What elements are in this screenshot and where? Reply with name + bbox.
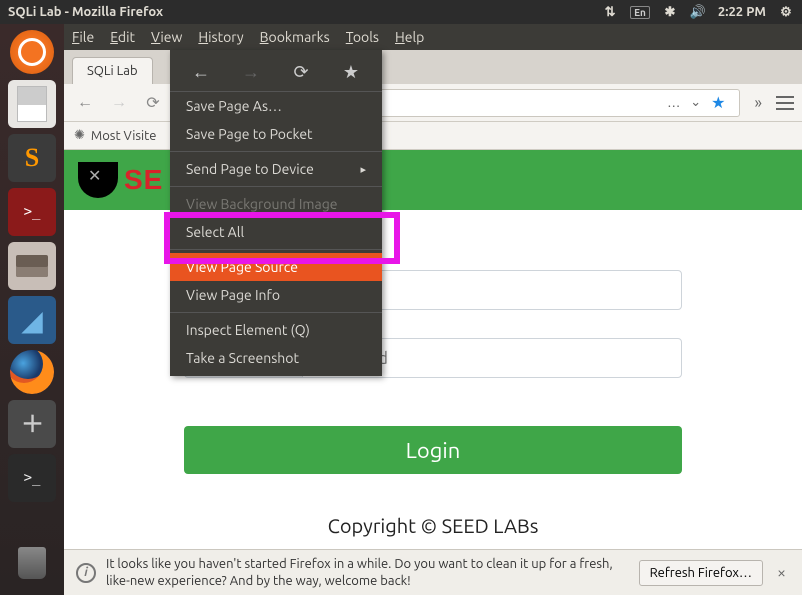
menu-tools[interactable]: Tools (346, 29, 379, 45)
files-icon[interactable] (8, 242, 56, 290)
ctx-view-page-info[interactable]: View Page Info (170, 281, 382, 309)
bookmark-most-visited[interactable]: Most Visite (91, 129, 157, 143)
ctx-reload-icon[interactable]: ⟳ (285, 62, 317, 83)
dash-button[interactable] (10, 30, 54, 74)
forward-button[interactable]: → (106, 90, 132, 116)
menu-file[interactable]: File (72, 29, 94, 45)
browser-tab[interactable]: SQLi Lab (72, 57, 153, 84)
ctx-view-bg-image: View Background Image (170, 190, 382, 218)
volume-icon[interactable]: 🔊 (690, 4, 706, 20)
menu-help[interactable]: Help (395, 29, 424, 45)
menu-bookmarks[interactable]: Bookmarks (260, 29, 330, 45)
seed-logo: SE (78, 162, 163, 198)
sublime-icon[interactable] (8, 134, 56, 182)
logo-text: SE (124, 164, 163, 196)
context-separator (170, 151, 382, 152)
reload-button[interactable]: ⟳ (140, 90, 166, 116)
context-menu: ← → ⟳ ★ Save Page As… Save Page to Pocke… (170, 50, 382, 376)
notification-text: It looks like you haven't started Firefo… (106, 556, 629, 590)
menu-edit[interactable]: Edit (110, 29, 135, 45)
terminal-red-icon[interactable] (8, 188, 56, 236)
shield-icon (78, 162, 118, 198)
ctx-take-screenshot[interactable]: Take a Screenshot (170, 344, 382, 372)
ctx-back-icon[interactable]: ← (185, 62, 217, 83)
settings-icon[interactable] (8, 400, 56, 448)
refresh-firefox-button[interactable]: Refresh Firefox… (639, 560, 763, 586)
language-indicator[interactable]: En (630, 6, 650, 19)
gear-icon: ✺ (74, 128, 85, 143)
system-topbar: SQLi Lab - Mozilla Firefox ⇅ En ✱ 🔊 2:22… (0, 0, 802, 24)
login-button[interactable]: Login (184, 426, 682, 474)
menubar: File Edit View History Bookmarks Tools H… (64, 24, 802, 50)
ctx-view-page-source[interactable]: View Page Source (170, 253, 382, 281)
ctx-bookmark-icon[interactable]: ★ (335, 62, 367, 83)
url-ellipsis[interactable]: … (667, 96, 680, 110)
info-icon: i (76, 563, 96, 583)
terminal-icon[interactable] (8, 454, 56, 502)
notification-bar: i It looks like you haven't started Fire… (64, 549, 802, 595)
firefox-icon[interactable] (10, 350, 54, 394)
hamburger-menu-icon[interactable] (776, 96, 794, 110)
window-title: SQLi Lab - Mozilla Firefox (8, 5, 602, 19)
launcher-dock (0, 24, 64, 595)
context-separator (170, 186, 382, 187)
ctx-save-to-pocket[interactable]: Save Page to Pocket (170, 120, 382, 148)
chevron-right-icon: ▸ (360, 163, 366, 176)
ctx-forward-icon: → (235, 62, 267, 83)
clock[interactable]: 2:22 PM (718, 5, 766, 19)
bluetooth-icon[interactable]: ✱ (662, 4, 678, 20)
network-icon[interactable]: ⇅ (602, 4, 618, 20)
back-button[interactable]: ← (72, 90, 98, 116)
bookmark-star-icon[interactable]: ★ (711, 93, 725, 112)
copyright-text: Copyright © SEED LABs (184, 514, 682, 537)
trash-icon[interactable] (8, 539, 56, 587)
overflow-button[interactable]: » (748, 94, 768, 112)
ctx-inspect-element[interactable]: Inspect Element (Q) (170, 316, 382, 344)
text-editor-icon[interactable] (8, 80, 56, 128)
gear-icon[interactable]: ⚙ (778, 4, 794, 20)
pocket-icon[interactable]: ⌄ (690, 95, 701, 110)
menu-history[interactable]: History (198, 29, 243, 45)
wireshark-icon[interactable] (8, 296, 56, 344)
menu-view[interactable]: View (151, 29, 182, 45)
close-icon[interactable]: × (773, 564, 790, 582)
context-nav-row: ← → ⟳ ★ (170, 54, 382, 92)
context-separator (170, 312, 382, 313)
system-tray: ⇅ En ✱ 🔊 2:22 PM ⚙ (602, 4, 794, 20)
ctx-save-page-as[interactable]: Save Page As… (170, 92, 382, 120)
context-separator (170, 249, 382, 250)
ctx-send-to-device[interactable]: Send Page to Device▸ (170, 155, 382, 183)
ctx-select-all[interactable]: Select All (170, 218, 382, 246)
